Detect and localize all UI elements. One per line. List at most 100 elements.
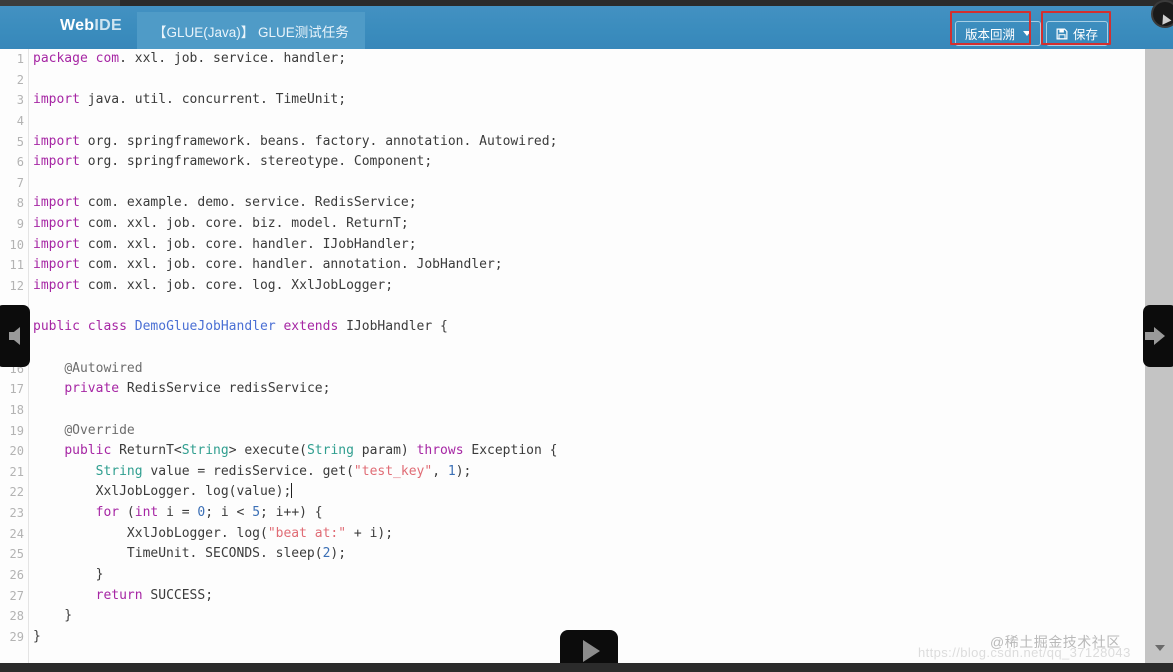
code-line[interactable]: 6 import org. springframework. stereotype…	[0, 152, 1145, 173]
code-line[interactable]: 3 import java. util. concurrent. TimeUnit…	[0, 90, 1145, 111]
line-number: 8	[16, 196, 24, 211]
chevron-down-icon	[1023, 31, 1032, 36]
code-line-text: import com. example. demo. service. Redi…	[33, 195, 417, 211]
code-line-text: @Override	[64, 422, 135, 438]
code-line-text: import org. springframework. stereotype.…	[33, 154, 433, 170]
code-line-text: private RedisService redisService;	[64, 381, 331, 397]
code-line-text: public ReturnT<String> execute(String pa…	[64, 443, 558, 459]
code-line[interactable]: 4	[0, 111, 1145, 132]
code-line[interactable]: 25 TimeUnit. SECONDS. sleep(2);	[0, 544, 1145, 565]
window-bottom-bar	[0, 663, 1173, 672]
code-line-text: for (int i = 0; i < 5; i++) {	[95, 505, 323, 521]
code-line[interactable]: 16 @Autowired	[0, 359, 1145, 380]
line-number: 17	[9, 382, 24, 397]
code-line-text: String value = redisService. get("test_k…	[95, 463, 472, 479]
line-number: 21	[9, 464, 24, 479]
code-line[interactable]: 18	[0, 400, 1145, 421]
arrow-left-icon	[8, 327, 20, 345]
code-line[interactable]: 26 }	[0, 565, 1145, 586]
code-line[interactable]: 24 XxlJobLogger. log("beat at:" + i);	[0, 524, 1145, 545]
mouse-cursor-icon	[1151, 0, 1173, 28]
code-line[interactable]	[0, 297, 1145, 318]
next-image-arrow[interactable]	[1143, 305, 1173, 367]
code-line[interactable]	[0, 338, 1145, 359]
line-number: 11	[9, 258, 24, 273]
app-logo-primary: Web	[60, 17, 95, 34]
code-line[interactable]: 19 @Override	[0, 421, 1145, 442]
editor-tab-label: 【GLUE(Java)】 GLUE测试任务	[153, 24, 349, 40]
code-editor[interactable]: 1 package com. xxl. job. service. handler…	[0, 49, 1145, 663]
code-line-text: }	[33, 628, 41, 644]
code-line-text: }	[33, 608, 73, 624]
save-label: 保存	[1073, 28, 1099, 42]
code-line[interactable]: 5 import org. springframework. beans. fac…	[0, 132, 1145, 153]
code-line[interactable]: 12 import com. xxl. job. core. log. XxlJo…	[0, 276, 1145, 297]
code-line-text: return SUCCESS;	[95, 587, 214, 603]
line-number: 27	[9, 588, 24, 603]
play-icon	[582, 640, 600, 662]
code-line-text: import com. xxl. job. core. handler. ann…	[33, 257, 503, 273]
line-number: 19	[9, 423, 24, 438]
code-line-text: public class DemoGlueJobHandler extends …	[33, 319, 448, 335]
code-line[interactable]: 17 private RedisService redisService;	[0, 379, 1145, 400]
code-line-text: XxlJobLogger. log("beat at:" + i);	[33, 525, 394, 541]
line-number: 25	[9, 547, 24, 562]
editor-tab-glue-java[interactable]: 【GLUE(Java)】 GLUE测试任务	[137, 12, 365, 49]
app-logo: WebIDE	[60, 17, 122, 35]
text-cursor	[291, 483, 293, 499]
code-line[interactable]: 1 package com. xxl. job. service. handler…	[0, 49, 1145, 70]
line-number: 10	[9, 237, 24, 252]
line-number: 18	[9, 402, 24, 417]
code-line[interactable]: public class DemoGlueJobHandler extends …	[0, 317, 1145, 338]
code-line[interactable]: 23 for (int i = 0; i < 5; i++) {	[0, 503, 1145, 524]
line-number: 12	[9, 279, 24, 294]
line-number: 20	[9, 444, 24, 459]
line-number: 2	[16, 72, 24, 87]
line-number: 29	[9, 629, 24, 644]
code-line-text: import java. util. concurrent. TimeUnit;	[33, 92, 347, 108]
line-number: 4	[16, 113, 24, 128]
line-number: 26	[9, 568, 24, 583]
code-line[interactable]: 11 import com. xxl. job. core. handler. a…	[0, 255, 1145, 276]
watermark-brand: @稀土掘金技术社区	[990, 634, 1121, 650]
code-line-text: XxlJobLogger. log(value);	[33, 483, 293, 500]
line-number: 6	[16, 155, 24, 170]
app-logo-secondary: IDE	[94, 17, 122, 34]
arrow-right-icon	[1144, 327, 1165, 345]
code-line[interactable]: 7	[0, 173, 1145, 194]
line-number: 9	[16, 217, 24, 232]
code-line[interactable]: 9 import com. xxl. job. core. biz. model.…	[0, 214, 1145, 235]
floppy-disk-icon	[1056, 28, 1068, 40]
save-button[interactable]: 保存	[1046, 21, 1109, 46]
line-number: 23	[9, 506, 24, 521]
app-window: WebIDE 【GLUE(Java)】 GLUE测试任务 版本回溯 保存 1 pa…	[0, 0, 1173, 672]
code-line[interactable]: 20 public ReturnT<String> execute(String…	[0, 441, 1145, 462]
line-number: 5	[16, 134, 24, 149]
watermark-caret-icon	[1155, 645, 1165, 651]
code-line[interactable]: 22 XxlJobLogger. log(value);	[0, 482, 1145, 503]
line-number: 7	[16, 175, 24, 190]
code-line-text: }	[33, 567, 104, 583]
line-number: 1	[16, 52, 24, 66]
line-number: 24	[9, 526, 24, 541]
code-line[interactable]: 28 }	[0, 606, 1145, 627]
code-line[interactable]: 10 import com. xxl. job. core. handler. I…	[0, 235, 1145, 256]
code-line-text: @Autowired	[64, 360, 143, 376]
line-number: 3	[16, 93, 24, 108]
code-lines-container[interactable]: 1 package com. xxl. job. service. handler…	[0, 49, 1145, 663]
code-line[interactable]: 2	[0, 70, 1145, 91]
version-rollback-button[interactable]: 版本回溯	[955, 21, 1042, 46]
version-rollback-label: 版本回溯	[965, 28, 1016, 42]
code-line-text: import com. xxl. job. core. biz. model. …	[33, 216, 409, 232]
line-number: 28	[9, 609, 24, 624]
code-line[interactable]: 27 return SUCCESS;	[0, 586, 1145, 607]
previous-image-arrow[interactable]	[0, 305, 30, 367]
code-line[interactable]: 21 String value = redisService. get("tes…	[0, 462, 1145, 483]
code-line-text: TimeUnit. SECONDS. sleep(2);	[33, 546, 347, 562]
code-line-text: import org. springframework. beans. fact…	[33, 133, 558, 149]
code-line-text: import com. xxl. job. core. log. XxlJobL…	[33, 278, 394, 294]
code-line[interactable]: 8 import com. example. demo. service. Red…	[0, 193, 1145, 214]
line-number: 22	[9, 485, 24, 500]
code-line-text: import com. xxl. job. core. handler. IJo…	[33, 236, 417, 252]
app-header: WebIDE 【GLUE(Java)】 GLUE测试任务 版本回溯 保存	[0, 0, 1173, 49]
